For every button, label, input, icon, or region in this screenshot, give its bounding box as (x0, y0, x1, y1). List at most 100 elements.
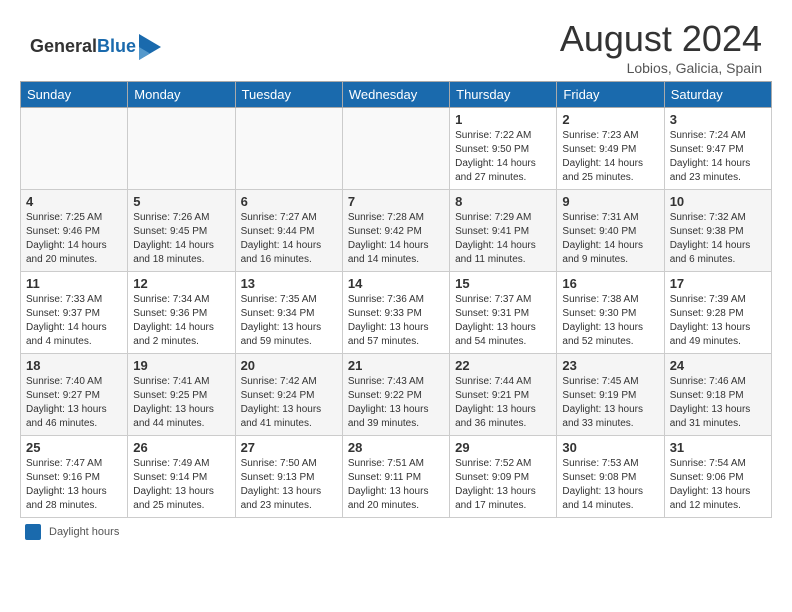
title-section: August 2024 Lobios, Galicia, Spain (560, 18, 762, 76)
table-row (128, 108, 235, 190)
day-info: Sunrise: 7:23 AM Sunset: 9:49 PM Dayligh… (562, 129, 658, 185)
legend-label: Daylight hours (49, 526, 119, 538)
day-info: Sunrise: 7:36 AM Sunset: 9:33 PM Dayligh… (348, 293, 444, 349)
day-number: 23 (562, 358, 658, 373)
day-number: 5 (133, 194, 229, 209)
day-number: 30 (562, 440, 658, 455)
day-number: 22 (455, 358, 551, 373)
day-number: 13 (241, 276, 337, 291)
day-info: Sunrise: 7:39 AM Sunset: 9:28 PM Dayligh… (670, 293, 766, 349)
table-row (235, 108, 342, 190)
calendar-week-2: 4 Sunrise: 7:25 AM Sunset: 9:46 PM Daylig… (21, 190, 772, 272)
day-number: 28 (348, 440, 444, 455)
day-number: 8 (455, 194, 551, 209)
day-info: Sunrise: 7:25 AM Sunset: 9:46 PM Dayligh… (26, 211, 122, 267)
day-number: 6 (241, 194, 337, 209)
table-row: 1 Sunrise: 7:22 AM Sunset: 9:50 PM Daylig… (450, 108, 557, 190)
table-row: 5 Sunrise: 7:26 AM Sunset: 9:45 PM Daylig… (128, 190, 235, 272)
day-number: 17 (670, 276, 766, 291)
day-info: Sunrise: 7:28 AM Sunset: 9:42 PM Dayligh… (348, 211, 444, 267)
day-info: Sunrise: 7:50 AM Sunset: 9:13 PM Dayligh… (241, 457, 337, 513)
day-number: 24 (670, 358, 766, 373)
day-info: Sunrise: 7:38 AM Sunset: 9:30 PM Dayligh… (562, 293, 658, 349)
day-number: 1 (455, 112, 551, 127)
table-row: 28 Sunrise: 7:51 AM Sunset: 9:11 PM Dayli… (342, 436, 449, 518)
logo-general: GeneralBlue (30, 37, 136, 57)
calendar-header-row: Sunday Monday Tuesday Wednesday Thursday… (21, 82, 772, 108)
page-header: GeneralBlue August 2024 Lobios, Galicia,… (10, 8, 782, 81)
table-row: 25 Sunrise: 7:47 AM Sunset: 9:16 PM Dayli… (21, 436, 128, 518)
table-row (21, 108, 128, 190)
table-row: 2 Sunrise: 7:23 AM Sunset: 9:49 PM Daylig… (557, 108, 664, 190)
day-info: Sunrise: 7:44 AM Sunset: 9:21 PM Dayligh… (455, 375, 551, 431)
table-row: 13 Sunrise: 7:35 AM Sunset: 9:34 PM Dayli… (235, 272, 342, 354)
table-row: 30 Sunrise: 7:53 AM Sunset: 9:08 PM Dayli… (557, 436, 664, 518)
day-info: Sunrise: 7:54 AM Sunset: 9:06 PM Dayligh… (670, 457, 766, 513)
day-info: Sunrise: 7:33 AM Sunset: 9:37 PM Dayligh… (26, 293, 122, 349)
table-row: 17 Sunrise: 7:39 AM Sunset: 9:28 PM Dayli… (664, 272, 771, 354)
table-row: 8 Sunrise: 7:29 AM Sunset: 9:41 PM Daylig… (450, 190, 557, 272)
day-number: 4 (26, 194, 122, 209)
day-info: Sunrise: 7:40 AM Sunset: 9:27 PM Dayligh… (26, 375, 122, 431)
day-number: 16 (562, 276, 658, 291)
table-row: 27 Sunrise: 7:50 AM Sunset: 9:13 PM Dayli… (235, 436, 342, 518)
day-number: 19 (133, 358, 229, 373)
day-info: Sunrise: 7:32 AM Sunset: 9:38 PM Dayligh… (670, 211, 766, 267)
day-number: 3 (670, 112, 766, 127)
day-number: 9 (562, 194, 658, 209)
table-row: 9 Sunrise: 7:31 AM Sunset: 9:40 PM Daylig… (557, 190, 664, 272)
day-info: Sunrise: 7:47 AM Sunset: 9:16 PM Dayligh… (26, 457, 122, 513)
col-wednesday: Wednesday (342, 82, 449, 108)
day-info: Sunrise: 7:24 AM Sunset: 9:47 PM Dayligh… (670, 129, 766, 185)
day-number: 18 (26, 358, 122, 373)
day-number: 27 (241, 440, 337, 455)
day-number: 25 (26, 440, 122, 455)
day-number: 15 (455, 276, 551, 291)
day-info: Sunrise: 7:27 AM Sunset: 9:44 PM Dayligh… (241, 211, 337, 267)
table-row: 10 Sunrise: 7:32 AM Sunset: 9:38 PM Dayli… (664, 190, 771, 272)
day-number: 31 (670, 440, 766, 455)
month-year: August 2024 (560, 18, 762, 60)
table-row: 29Sunrise: 7:52 AM Sunset: 9:09 PM Dayli… (450, 436, 557, 518)
calendar-week-3: 11 Sunrise: 7:33 AM Sunset: 9:37 PM Dayli… (21, 272, 772, 354)
table-row: 3 Sunrise: 7:24 AM Sunset: 9:47 PM Daylig… (664, 108, 771, 190)
day-number: 12 (133, 276, 229, 291)
table-row: 14 Sunrise: 7:36 AM Sunset: 9:33 PM Dayli… (342, 272, 449, 354)
day-number: 11 (26, 276, 122, 291)
day-number: 10 (670, 194, 766, 209)
day-info: Sunrise: 7:37 AM Sunset: 9:31 PM Dayligh… (455, 293, 551, 349)
calendar-table: Sunday Monday Tuesday Wednesday Thursday… (20, 81, 772, 518)
calendar-week-1: 1 Sunrise: 7:22 AM Sunset: 9:50 PM Daylig… (21, 108, 772, 190)
day-info: Sunrise: 7:49 AM Sunset: 9:14 PM Dayligh… (133, 457, 229, 513)
table-row: 20Sunrise: 7:42 AM Sunset: 9:24 PM Dayli… (235, 354, 342, 436)
table-row: 16 Sunrise: 7:38 AM Sunset: 9:30 PM Dayli… (557, 272, 664, 354)
day-number: 26 (133, 440, 229, 455)
day-info: Sunrise: 7:35 AM Sunset: 9:34 PM Dayligh… (241, 293, 337, 349)
day-info: Sunrise: 7:53 AM Sunset: 9:08 PM Dayligh… (562, 457, 658, 513)
table-row: 23Sunrise: 7:45 AM Sunset: 9:19 PM Dayli… (557, 354, 664, 436)
day-number: 14 (348, 276, 444, 291)
day-info: Sunrise: 7:22 AM Sunset: 9:50 PM Dayligh… (455, 129, 551, 185)
location: Lobios, Galicia, Spain (560, 60, 762, 76)
day-info: Sunrise: 7:29 AM Sunset: 9:41 PM Dayligh… (455, 211, 551, 267)
day-info: Sunrise: 7:46 AM Sunset: 9:18 PM Dayligh… (670, 375, 766, 431)
table-row: 24 Sunrise: 7:46 AM Sunset: 9:18 PM Dayli… (664, 354, 771, 436)
day-info: Sunrise: 7:41 AM Sunset: 9:25 PM Dayligh… (133, 375, 229, 431)
table-row: 12 Sunrise: 7:34 AM Sunset: 9:36 PM Dayli… (128, 272, 235, 354)
day-info: Sunrise: 7:34 AM Sunset: 9:36 PM Dayligh… (133, 293, 229, 349)
day-number: 2 (562, 112, 658, 127)
table-row: 21Sunrise: 7:43 AM Sunset: 9:22 PM Dayli… (342, 354, 449, 436)
day-info: Sunrise: 7:26 AM Sunset: 9:45 PM Dayligh… (133, 211, 229, 267)
table-row: 26 Sunrise: 7:49 AM Sunset: 9:14 PM Dayli… (128, 436, 235, 518)
calendar-week-5: 25 Sunrise: 7:47 AM Sunset: 9:16 PM Dayli… (21, 436, 772, 518)
day-info: Sunrise: 7:51 AM Sunset: 9:11 PM Dayligh… (348, 457, 444, 513)
legend-color-box (25, 524, 41, 540)
table-row: 19 Sunrise: 7:41 AM Sunset: 9:25 PM Dayli… (128, 354, 235, 436)
logo: GeneralBlue (30, 34, 161, 60)
day-info: Sunrise: 7:31 AM Sunset: 9:40 PM Dayligh… (562, 211, 658, 267)
day-number: 21 (348, 358, 444, 373)
table-row: 22 Sunrise: 7:44 AM Sunset: 9:21 PM Dayli… (450, 354, 557, 436)
table-row: 15 Sunrise: 7:37 AM Sunset: 9:31 PM Dayli… (450, 272, 557, 354)
footer: Daylight hours (10, 518, 782, 546)
col-sunday: Sunday (21, 82, 128, 108)
